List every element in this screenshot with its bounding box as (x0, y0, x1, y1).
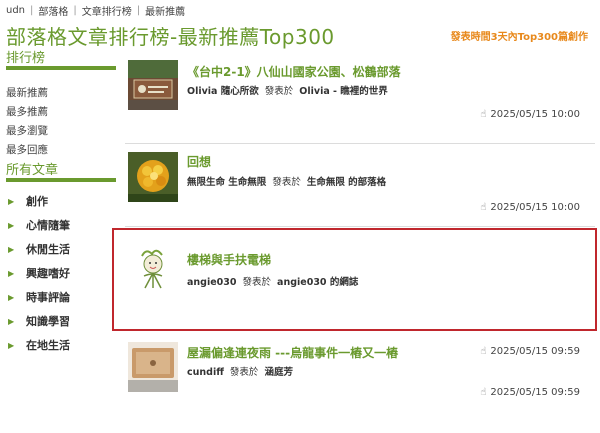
post-blog-name[interactable]: 生命無限 的部落格 (307, 177, 386, 188)
post-blog-name[interactable]: Olivia - 瞧裡的世界 (299, 86, 388, 97)
category-item[interactable]: ▶ 在地生活 (6, 334, 116, 358)
post-time-value: 2025/05/15 10:00 (490, 202, 580, 213)
title-bar: 部落格文章排行榜-最新推薦Top300 發表時間3天內Top300篇創作 (0, 17, 600, 49)
posted-in-label: 發表於 (229, 367, 259, 378)
all-articles-heading: 所有文章 (6, 160, 116, 182)
post-item: 回想 無限生命 生命無限 發表於 生命無限 的部落格 ☝ 2025/05/15 10:… (125, 144, 595, 226)
breadcrumb-latest[interactable]: 最新推薦 (145, 3, 185, 18)
posted-in-label: 發表於 (272, 177, 301, 188)
sidebar: 排行榜 最新推薦 最多推薦 最多瀏覽 最多回應 所有文章 ▶ 創作 ▶ 心情隨筆 ▶… (6, 48, 116, 358)
breadcrumb-separator: | (73, 4, 77, 16)
category-list: ▶ 創作 ▶ 心情隨筆 ▶ 休閒生活 ▶ 興趣嗜好 ▶ 時事評論 ▶ 知識學習 ▶ 在地生活 (6, 190, 116, 358)
triangle-right-icon: ▶ (8, 317, 15, 326)
post-time: ☝ 2025/05/15 10:00 (480, 109, 580, 120)
post-title[interactable]: 《台中2-1》八仙山國家公園、松鶴部落 (187, 63, 401, 80)
post-author[interactable]: 無限生命 生命無限 (187, 177, 266, 188)
ranking-list: 最新推薦 最多推薦 最多瀏覽 最多回應 (6, 84, 116, 160)
post-meta: Olivia 隨心所欲 發表於 Olivia - 瞧裡的世界 (187, 83, 388, 97)
breadcrumb-separator: | (136, 4, 141, 16)
post-author[interactable]: cundiff (187, 367, 224, 378)
category-item[interactable]: ▶ 知識學習 (6, 310, 116, 334)
post-title[interactable]: 回想 (187, 153, 211, 170)
post-item: 《台中2-1》八仙山國家公園、松鶴部落 Olivia 隨心所欲 發表於 Olivia… (125, 52, 595, 142)
category-label: 心情隨筆 (26, 219, 70, 232)
category-item[interactable]: ▶ 興趣嗜好 (6, 262, 116, 286)
category-label: 興趣嗜好 (26, 267, 70, 280)
triangle-right-icon: ▶ (8, 293, 15, 302)
post-blog-name[interactable]: 涵庭芳 (264, 367, 293, 378)
category-item[interactable]: ▶ 時事評論 (6, 286, 116, 310)
breadcrumb-ranking[interactable]: 文章排行榜 (82, 3, 132, 18)
post-meta: cundiff 發表於 涵庭芳 (187, 364, 293, 378)
post-author[interactable]: Olivia 隨心所欲 (187, 86, 259, 97)
breadcrumb: udn | 部落格 | 文章排行榜 | 最新推薦 (6, 3, 185, 18)
category-label: 知識學習 (26, 315, 70, 328)
title-note: 發表時間3天內Top300篇創作 (450, 32, 588, 43)
hand-pointer-icon: ☝ (480, 202, 487, 213)
ranking-item-most-replied[interactable]: 最多回應 (6, 141, 116, 160)
ranking-item-most-recommended[interactable]: 最多推薦 (6, 103, 116, 122)
category-label: 在地生活 (26, 339, 70, 352)
post-thumbnail[interactable] (128, 60, 178, 110)
category-item[interactable]: ▶ 休閒生活 (6, 238, 116, 262)
post-time: ☝ 2025/05/15 09:59 (480, 387, 580, 398)
hand-pointer-icon: ☝ (480, 387, 487, 398)
ranking-heading: 排行榜 (6, 48, 116, 70)
triangle-right-icon: ▶ (8, 341, 15, 350)
page-title: 部落格文章排行榜-最新推薦Top300 (6, 25, 335, 49)
post-time: ☝ 2025/05/15 10:00 (480, 202, 580, 213)
post-thumbnail[interactable] (128, 152, 178, 202)
ranking-item-most-viewed[interactable]: 最多瀏覽 (6, 122, 116, 141)
post-divider (125, 226, 595, 227)
category-item[interactable]: ▶ 心情隨筆 (6, 214, 116, 238)
breadcrumb-udn[interactable]: udn (6, 5, 25, 16)
breadcrumb-separator: | (30, 4, 34, 16)
post-meta: 無限生命 生命無限 發表於 生命無限 的部落格 (187, 174, 386, 188)
hand-pointer-icon: ☝ (480, 109, 487, 120)
highlight-box (112, 228, 597, 331)
triangle-right-icon: ▶ (8, 245, 15, 254)
category-label: 時事評論 (26, 291, 70, 304)
ranking-item-latest[interactable]: 最新推薦 (6, 84, 116, 103)
category-label: 創作 (26, 195, 48, 208)
post-title[interactable]: 屋漏偏逢連夜雨 ---烏龍事件一樁又一樁 (187, 344, 398, 361)
posted-in-label: 發表於 (264, 86, 294, 97)
breadcrumb-blog[interactable]: 部落格 (38, 3, 68, 18)
post-item: 屋漏偏逢連夜雨 ---烏龍事件一樁又一樁 cundiff 發表於 涵庭芳 ☝ 2025… (125, 338, 595, 398)
triangle-right-icon: ▶ (8, 221, 15, 230)
post-time-value: 2025/05/15 10:00 (490, 109, 580, 120)
category-item[interactable]: ▶ 創作 (6, 190, 116, 214)
triangle-right-icon: ▶ (8, 197, 15, 206)
category-label: 休閒生活 (26, 243, 70, 256)
post-thumbnail[interactable] (128, 342, 178, 392)
triangle-right-icon: ▶ (8, 269, 15, 278)
post-time-value: 2025/05/15 09:59 (490, 387, 580, 398)
